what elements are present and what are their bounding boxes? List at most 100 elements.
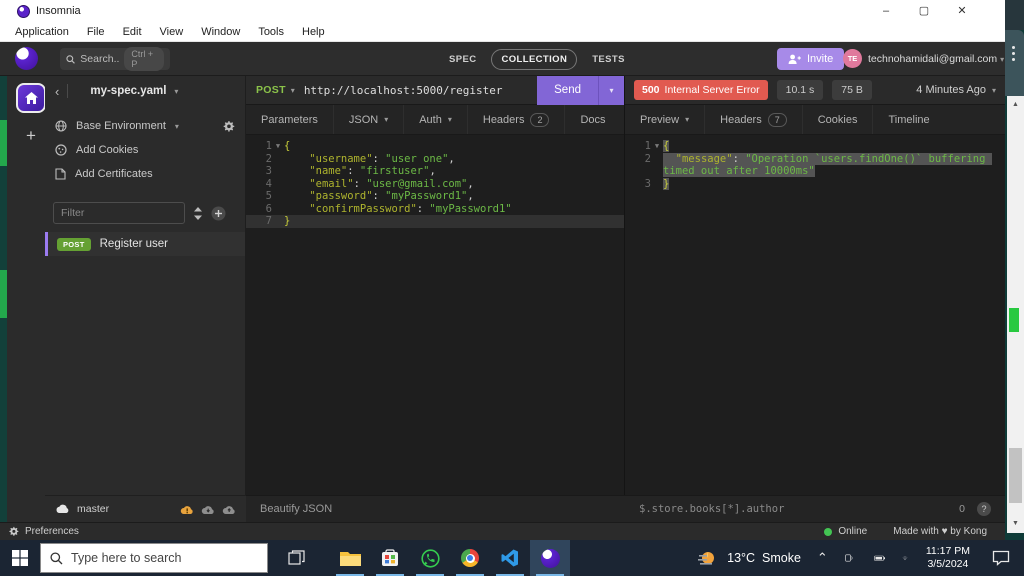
environment-selector[interactable]: Base Environment ▾ — [45, 114, 245, 138]
response-body-viewer[interactable]: 1▼{2 "message": "Operation `users.findOn… — [625, 135, 1005, 190]
chevron-down-icon: ▾ — [992, 86, 996, 95]
add-certificates[interactable]: Add Certificates — [45, 162, 245, 186]
tab-auth[interactable]: Auth▾ — [404, 105, 468, 134]
notification-icon — [992, 550, 1010, 566]
chevron-down-icon: ▾ — [685, 115, 689, 124]
file-explorer-button[interactable] — [330, 540, 370, 576]
menu-file[interactable]: File — [78, 26, 114, 38]
your-phone-icon[interactable] — [838, 551, 864, 565]
activity-rail: + — [7, 76, 45, 522]
code-line: 2 "message": "Operation `users.findOne()… — [625, 153, 1005, 178]
sort-icon[interactable] — [193, 207, 203, 220]
tab-tests[interactable]: TESTS — [583, 50, 634, 69]
start-button[interactable] — [0, 540, 40, 576]
menu-view[interactable]: View — [151, 26, 193, 38]
response-panel: 500 Internal Server Error 10.1 s 75 B 4 … — [625, 76, 1005, 495]
scroll-down-icon[interactable]: ▼ — [1007, 517, 1024, 531]
globe-icon — [55, 120, 67, 132]
response-history-dropdown[interactable]: 4 Minutes Ago▾ — [916, 84, 996, 96]
filter-input[interactable] — [53, 202, 185, 224]
menu-help[interactable]: Help — [293, 26, 334, 38]
microsoft-store-icon — [381, 549, 399, 567]
task-view-button[interactable] — [276, 540, 316, 576]
taskbar-search-input[interactable] — [71, 551, 241, 565]
code-line: 6 "confirmPassword": "myPassword1" — [246, 203, 624, 216]
wifi-icon[interactable] — [896, 552, 914, 565]
fold-icon[interactable]: ▼ — [272, 140, 284, 153]
menubar: Application File Edit View Window Tools … — [0, 23, 1005, 42]
tab-response-headers[interactable]: Headers7 — [705, 105, 803, 134]
insomnia-app-logo-icon[interactable] — [15, 47, 38, 70]
gear-icon[interactable] — [222, 120, 235, 133]
account-email[interactable]: technohamidali@gmail.com ▾ — [868, 53, 1004, 65]
tab-request-headers[interactable]: Headers2 — [468, 105, 566, 134]
tab-spec[interactable]: SPEC — [440, 50, 485, 69]
sidebar-request-register-user[interactable]: POST Register user — [45, 232, 245, 256]
weather-widget[interactable]: 13°C Smoke — [691, 549, 807, 567]
menu-edit[interactable]: Edit — [114, 26, 151, 38]
gear-icon — [8, 526, 19, 537]
menu-tools[interactable]: Tools — [249, 26, 293, 38]
scrollbar-thumb[interactable] — [1009, 448, 1022, 503]
beautify-json-button[interactable]: Beautify JSON — [246, 495, 625, 522]
chevron-down-icon: ▾ — [609, 86, 613, 95]
global-search[interactable]: Search.. Ctrl + P — [60, 48, 170, 70]
menu-application[interactable]: Application — [6, 26, 78, 38]
response-time-badge: 10.1 s — [777, 80, 824, 100]
tab-parameters[interactable]: Parameters — [246, 105, 334, 134]
add-request-icon[interactable] — [211, 206, 226, 221]
insomnia-taskbar-button[interactable] — [530, 540, 570, 576]
scroll-up-icon[interactable]: ▲ — [1007, 98, 1024, 112]
battery-icon[interactable] — [868, 552, 892, 564]
chrome-icon — [461, 549, 479, 567]
response-filter-bar: $.store.books[*].author 0 ? — [625, 495, 1005, 522]
taskbar-clock[interactable]: 11:17 PM 3/5/2024 — [918, 545, 978, 571]
tab-body-json[interactable]: JSON▾ — [334, 105, 404, 134]
menu-window[interactable]: Window — [192, 26, 249, 38]
response-filter-input[interactable]: $.store.books[*].author — [639, 503, 784, 515]
home-button[interactable] — [16, 83, 46, 113]
tab-cookies[interactable]: Cookies — [803, 105, 874, 134]
sync-alert-icon[interactable] — [180, 503, 194, 515]
send-options-button[interactable]: ▾ — [598, 76, 624, 105]
preferences-button[interactable]: Preferences — [25, 526, 79, 537]
taskbar-search[interactable] — [40, 543, 268, 573]
online-status[interactable]: Online — [824, 526, 867, 537]
invite-label: Invite — [807, 53, 833, 65]
avatar[interactable]: TE — [843, 49, 862, 68]
invite-button[interactable]: Invite — [777, 48, 844, 70]
background-scrollbar[interactable]: ▲ ▼ — [1007, 96, 1024, 533]
task-view-icon — [288, 550, 305, 567]
vscode-button[interactable] — [490, 540, 530, 576]
help-icon[interactable]: ? — [977, 502, 991, 516]
maximize-button[interactable]: ▢ — [905, 0, 943, 23]
tray-expand-icon[interactable]: ⌃ — [811, 550, 834, 566]
add-user-icon — [788, 54, 801, 65]
fold-icon[interactable]: ▼ — [651, 140, 663, 153]
back-button[interactable]: ‹ — [55, 84, 59, 99]
send-button[interactable]: Send — [537, 76, 598, 105]
tab-timeline[interactable]: Timeline — [873, 105, 944, 134]
whatsapp-button[interactable] — [410, 540, 450, 576]
cloud-push-icon[interactable] — [222, 503, 236, 515]
request-url-input[interactable]: http://localhost:5000/register — [304, 84, 503, 97]
minimize-button[interactable]: – — [867, 0, 905, 23]
new-workspace-button[interactable]: + — [19, 124, 43, 148]
workspace-name[interactable]: my-spec.yaml — [90, 85, 166, 97]
cloud-pull-icon[interactable] — [201, 503, 215, 515]
chrome-button[interactable] — [450, 540, 490, 576]
microsoft-store-button[interactable] — [370, 540, 410, 576]
code-line: 1▼{ — [625, 140, 1005, 153]
request-body-editor[interactable]: 1▼{2 "username": "user one",3 "name": "f… — [246, 135, 624, 228]
filter-match-count: 0 — [959, 503, 965, 515]
online-dot-icon — [824, 528, 832, 536]
background-window-corner — [1005, 30, 1024, 96]
tab-collection[interactable]: COLLECTION — [491, 49, 577, 70]
action-center-button[interactable] — [982, 550, 1020, 566]
request-method-selector[interactable]: POST — [256, 84, 286, 96]
tab-docs[interactable]: Docs — [565, 105, 620, 134]
branch-name[interactable]: master — [77, 503, 109, 515]
tab-preview[interactable]: Preview▾ — [625, 105, 705, 134]
add-cookies[interactable]: Add Cookies — [45, 138, 245, 162]
close-button[interactable]: ✕ — [943, 0, 981, 23]
